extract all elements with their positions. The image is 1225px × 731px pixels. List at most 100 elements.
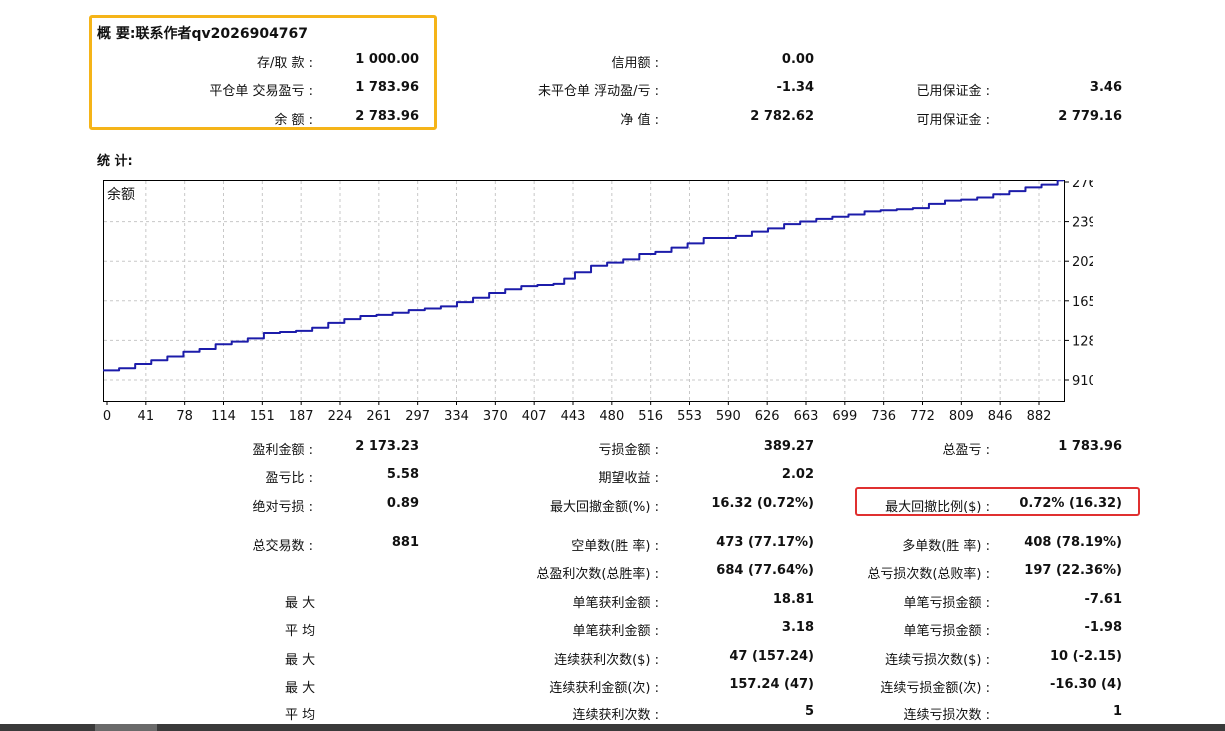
summary-label: 信用额 : bbox=[611, 56, 659, 71]
x-tick-label: 224 bbox=[328, 409, 353, 424]
stats-value: 10 (-2.15) bbox=[1050, 649, 1122, 664]
summary-value: 0.00 bbox=[781, 52, 814, 67]
stats-label: 总亏损次数(总败率) : bbox=[867, 567, 990, 582]
stats-group-label: 平 均 bbox=[285, 708, 316, 723]
stats-value: 2.02 bbox=[781, 467, 814, 482]
x-tick-label: 334 bbox=[444, 409, 469, 424]
stats-label: 连续亏损金额(次) : bbox=[880, 681, 990, 696]
x-tick-label: 443 bbox=[561, 409, 586, 424]
x-tick-label: 480 bbox=[599, 409, 624, 424]
summary-value: 2 779.16 bbox=[1058, 109, 1122, 124]
stats-label: 多单数(胜 率) : bbox=[902, 539, 990, 554]
stats-value: 408 (78.19%) bbox=[1024, 535, 1122, 550]
stats-value: 0.72% (16.32) bbox=[1019, 496, 1122, 511]
plot-area bbox=[103, 180, 1065, 402]
y-tick-label: 1652 bbox=[1072, 295, 1093, 310]
stats-label: 总盈利次数(总胜率) : bbox=[536, 567, 659, 582]
stats-value: 18.81 bbox=[772, 592, 814, 607]
stats-group-label: 平 均 bbox=[285, 624, 316, 639]
x-tick-label: 151 bbox=[250, 409, 275, 424]
stats-label: 单笔亏损金额 : bbox=[903, 624, 990, 639]
stats-value: 2 173.23 bbox=[355, 439, 419, 454]
summary-value: 2 783.96 bbox=[355, 109, 419, 124]
stats-label: 亏损金额 : bbox=[598, 443, 659, 458]
stats-value: 157.24 (47) bbox=[729, 677, 814, 692]
summary-value: 2 782.62 bbox=[750, 109, 814, 124]
x-tick-label: 809 bbox=[949, 409, 974, 424]
stats-label: 单笔亏损金额 : bbox=[903, 596, 990, 611]
summary-label: 存/取 款 : bbox=[256, 56, 313, 71]
y-tick-label: 1281 bbox=[1072, 334, 1093, 349]
summary-label: 已用保证金 : bbox=[916, 84, 990, 99]
balance-chart-svg: 2765 2394 2023 1652 1281 910 0 41 78 114 151 187 224… bbox=[103, 176, 1105, 424]
stats-label: 盈亏比 : bbox=[265, 471, 313, 486]
stats-label: 连续亏损次数($) : bbox=[885, 653, 990, 668]
stats-group-label: 最 大 bbox=[285, 681, 316, 696]
summary-label: 未平仓单 浮动盈/亏 : bbox=[537, 84, 659, 99]
stats-value: 5.58 bbox=[386, 467, 419, 482]
x-tick-label: 370 bbox=[483, 409, 508, 424]
summary-label: 可用保证金 : bbox=[916, 113, 990, 128]
stats-group-label: 最 大 bbox=[285, 596, 316, 611]
taskbar-strip bbox=[0, 724, 1225, 731]
stats-label: 绝对亏损 : bbox=[252, 500, 313, 515]
x-tick-label: 516 bbox=[638, 409, 663, 424]
x-tick-label: 78 bbox=[176, 409, 193, 424]
stats-value: -1.98 bbox=[1084, 620, 1122, 635]
summary-label: 平仓单 交易盈亏 : bbox=[209, 84, 313, 99]
stats-value: 16.32 (0.72%) bbox=[711, 496, 814, 511]
x-tick-label: 699 bbox=[832, 409, 857, 424]
stats-label: 单笔获利金额 : bbox=[572, 624, 659, 639]
y-tick-label: 2394 bbox=[1072, 216, 1093, 231]
x-tick-label: 590 bbox=[716, 409, 741, 424]
balance-chart: 2765 2394 2023 1652 1281 910 0 41 78 114 151 187 224… bbox=[103, 176, 1105, 425]
chart-title: 余额 bbox=[107, 186, 135, 203]
x-tick-label: 41 bbox=[138, 409, 155, 424]
stats-value: -7.61 bbox=[1084, 592, 1122, 607]
stats-value: 389.27 bbox=[763, 439, 814, 454]
stats-value: 5 bbox=[804, 704, 814, 719]
stats-label: 空单数(胜 率) : bbox=[571, 539, 659, 554]
x-tick-label: 187 bbox=[289, 409, 314, 424]
x-tick-label: 736 bbox=[871, 409, 896, 424]
stats-label: 最大回撤金额(%) : bbox=[549, 500, 659, 515]
taskbar-item[interactable] bbox=[95, 724, 157, 731]
stats-label: 盈利金额 : bbox=[252, 443, 313, 458]
stats-value: -16.30 (4) bbox=[1050, 677, 1122, 692]
x-tick-label: 407 bbox=[522, 409, 547, 424]
summary-value: -1.34 bbox=[776, 80, 814, 95]
summary-value: 1 000.00 bbox=[355, 52, 419, 67]
stats-value: 3.18 bbox=[781, 620, 814, 635]
x-tick-label: 114 bbox=[211, 409, 236, 424]
summary-title: 概 要:联系作者qv2026904767 bbox=[97, 26, 309, 42]
stats-value: 197 (22.36%) bbox=[1024, 563, 1122, 578]
x-tick-label: 846 bbox=[988, 409, 1013, 424]
stats-label: 连续获利次数($) : bbox=[554, 653, 659, 668]
summary-value: 1 783.96 bbox=[355, 80, 419, 95]
summary-value: 3.46 bbox=[1089, 80, 1122, 95]
y-tick-label: 2765 bbox=[1072, 180, 1093, 191]
stats-label: 连续获利金额(次) : bbox=[549, 681, 659, 696]
y-tick-label: 2023 bbox=[1072, 255, 1093, 270]
summary-label: 余 额 : bbox=[274, 113, 313, 128]
stats-value: 684 (77.64%) bbox=[716, 563, 814, 578]
stats-title: 统 计: bbox=[97, 154, 133, 169]
y-tick-label: 910 bbox=[1072, 374, 1093, 389]
stats-label: 单笔获利金额 : bbox=[572, 596, 659, 611]
stats-value: 0.89 bbox=[386, 496, 419, 511]
x-tick-label: 553 bbox=[677, 409, 702, 424]
x-tick-label: 297 bbox=[405, 409, 430, 424]
x-tick-label: 663 bbox=[794, 409, 819, 424]
stats-label: 期望收益 : bbox=[598, 471, 659, 486]
x-tick-label: 261 bbox=[366, 409, 391, 424]
stats-value: 1 bbox=[1112, 704, 1122, 719]
summary-label: 净 值 : bbox=[620, 113, 659, 128]
stats-label: 连续亏损次数 : bbox=[903, 708, 990, 723]
stats-value: 473 (77.17%) bbox=[716, 535, 814, 550]
stats-label: 最大回撤比例($) : bbox=[885, 500, 990, 515]
stats-label: 总盈亏 : bbox=[942, 443, 990, 458]
x-tick-label: 626 bbox=[755, 409, 780, 424]
stats-label: 连续获利次数 : bbox=[572, 708, 659, 723]
x-tick-label: 882 bbox=[1027, 409, 1052, 424]
stats-group-label: 最 大 bbox=[285, 653, 316, 668]
